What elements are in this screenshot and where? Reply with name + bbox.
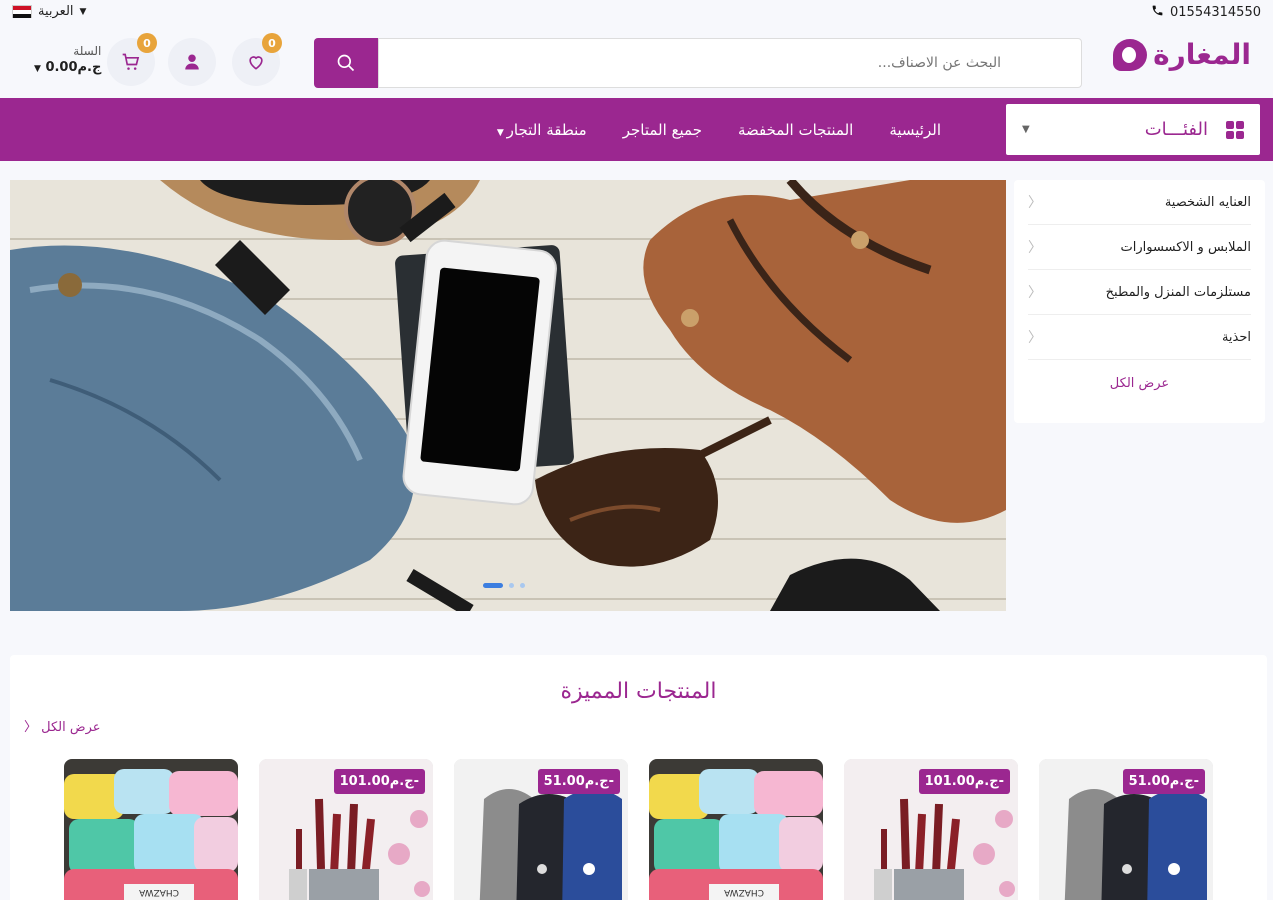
phone-contact[interactable]: 01554314550	[1151, 4, 1261, 21]
phone-icon	[1151, 4, 1164, 21]
categories-label: الفئـــات	[1144, 119, 1208, 140]
chevron-down-icon: ▼	[1022, 124, 1030, 135]
language-caret-icon: ▼	[79, 6, 87, 17]
search-bar	[314, 38, 1082, 88]
chevron-left-icon: 〈	[1028, 240, 1042, 256]
featured-view-all-label: عرض الكل	[41, 720, 101, 735]
product-discount-price: ج.م51.00-	[1122, 769, 1205, 794]
nav-link-merchants: منطقة التجار	[506, 120, 587, 139]
svg-text:CHAZWA: CHAZWA	[723, 887, 764, 897]
heart-icon	[249, 56, 263, 70]
sidebar-item-home-kitchen[interactable]: مستلزمات المنزل والمطبخ 〈	[1028, 270, 1251, 315]
language-label: العربية	[38, 4, 74, 19]
svg-text:CHAZWA: CHAZWA	[138, 887, 179, 897]
logo-mark-icon	[1113, 38, 1148, 71]
featured-view-all-link[interactable]: عرض الكل 〈	[24, 716, 101, 735]
chevron-left-icon: 〈	[1028, 285, 1042, 301]
cart-icon	[122, 53, 140, 70]
top-bar: 01554314550 ▼ العربية	[0, 0, 1273, 26]
product-card[interactable]: ج.م51.00-	[1039, 759, 1213, 900]
language-selector[interactable]: ▼ العربية	[12, 4, 86, 19]
sidebar-item-label: الملابس و الاكسسوارات	[1120, 239, 1251, 255]
search-input[interactable]	[378, 38, 1082, 88]
sidebar-view-all-link[interactable]: عرض الكل	[1028, 376, 1251, 391]
product-card[interactable]: ج.م101.00-	[259, 759, 433, 900]
featured-products-section: المنتجات المميزة عرض الكل 〈 CHAZWA ج.م10…	[10, 655, 1267, 900]
nav-link-home[interactable]: الرئيسية	[889, 121, 941, 139]
search-icon	[337, 54, 355, 72]
cart-summary[interactable]: السلة ▼ 0.00ج.م	[34, 44, 101, 75]
categories-dropdown[interactable]: الفئـــات ▼	[1006, 104, 1260, 155]
product-discount-price: ج.م101.00-	[333, 769, 425, 794]
site-logo[interactable]: المغارة	[1113, 38, 1251, 71]
product-card[interactable]: ج.م101.00-	[844, 759, 1018, 900]
chevron-left-icon: 〈	[1028, 195, 1042, 211]
slider-dot-3[interactable]	[520, 583, 525, 588]
sidebar-item-clothing[interactable]: الملابس و الاكسسوارات 〈	[1028, 225, 1251, 270]
nav-link-merchants-wrapper[interactable]: منطقة التجار ▼	[497, 121, 587, 139]
slider-dot-1[interactable]	[483, 583, 503, 588]
product-discount-price: ج.م101.00-	[918, 769, 1010, 794]
cart-total: ▼ 0.00ج.م	[34, 60, 101, 75]
account-button[interactable]	[168, 38, 216, 86]
cart-label: السلة	[73, 44, 102, 58]
merchants-caret-icon: ▼	[496, 127, 507, 138]
grid-icon	[1226, 120, 1244, 139]
search-button[interactable]	[314, 38, 378, 88]
chevron-left-icon: 〈	[24, 720, 38, 735]
nav-link-discounted[interactable]: المنتجات المخفضة	[738, 121, 853, 139]
sidebar-item-label: العنايه الشخصية	[1164, 194, 1251, 210]
product-card[interactable]: ج.م51.00-	[454, 759, 628, 900]
product-card[interactable]: CHAZWA	[64, 759, 238, 900]
sidebar-item-label: مستلزمات المنزل والمطبخ	[1105, 284, 1251, 300]
phone-number: 01554314550	[1170, 5, 1261, 20]
wishlist-count-badge: 0	[262, 33, 282, 53]
wishlist-button[interactable]: 0	[232, 33, 282, 86]
logo-text: المغارة	[1153, 38, 1251, 71]
chevron-left-icon: 〈	[1028, 330, 1042, 346]
cart-total-value: 0.00ج.م	[45, 60, 102, 75]
slider-dot-2[interactable]	[509, 583, 514, 588]
sidebar-item-personal-care[interactable]: العنايه الشخصية 〈	[1028, 180, 1251, 225]
hero-banner-image	[10, 180, 1006, 611]
sidebar-item-shoes[interactable]: احذية 〈	[1028, 315, 1251, 360]
sidebar-item-label: احذية	[1221, 329, 1251, 345]
featured-title: المنتجات المميزة	[560, 679, 717, 704]
hero-slider[interactable]	[10, 180, 1006, 611]
nav-links: الرئيسية المنتجات المخفضة جميع المتاجر م…	[497, 98, 941, 161]
user-icon	[185, 54, 199, 70]
header: المغارة 0 0 السلة ▼ 0.00ج.م	[0, 26, 1273, 98]
cart-caret-icon: ▼	[34, 64, 41, 74]
storage-containers-image: CHAZWA	[649, 759, 823, 900]
slider-dots	[483, 583, 525, 588]
product-discount-price: ج.م51.00-	[537, 769, 620, 794]
cart-count-badge: 0	[137, 33, 157, 53]
product-list: CHAZWA ج.م101.00- ج.م51.00- CHAZWA ج.م10…	[64, 759, 1214, 900]
nav-link-all-stores[interactable]: جميع المتاجر	[623, 121, 702, 139]
product-card[interactable]: CHAZWA	[649, 759, 823, 900]
main-navigation: الفئـــات ▼ الرئيسية المنتجات المخفضة جم…	[0, 98, 1273, 161]
storage-containers-image: CHAZWA	[64, 759, 238, 900]
category-sidebar: العنايه الشخصية 〈 الملابس و الاكسسوارات …	[1014, 180, 1265, 423]
egypt-flag-icon	[12, 5, 32, 18]
cart-button[interactable]: 0	[107, 33, 157, 86]
